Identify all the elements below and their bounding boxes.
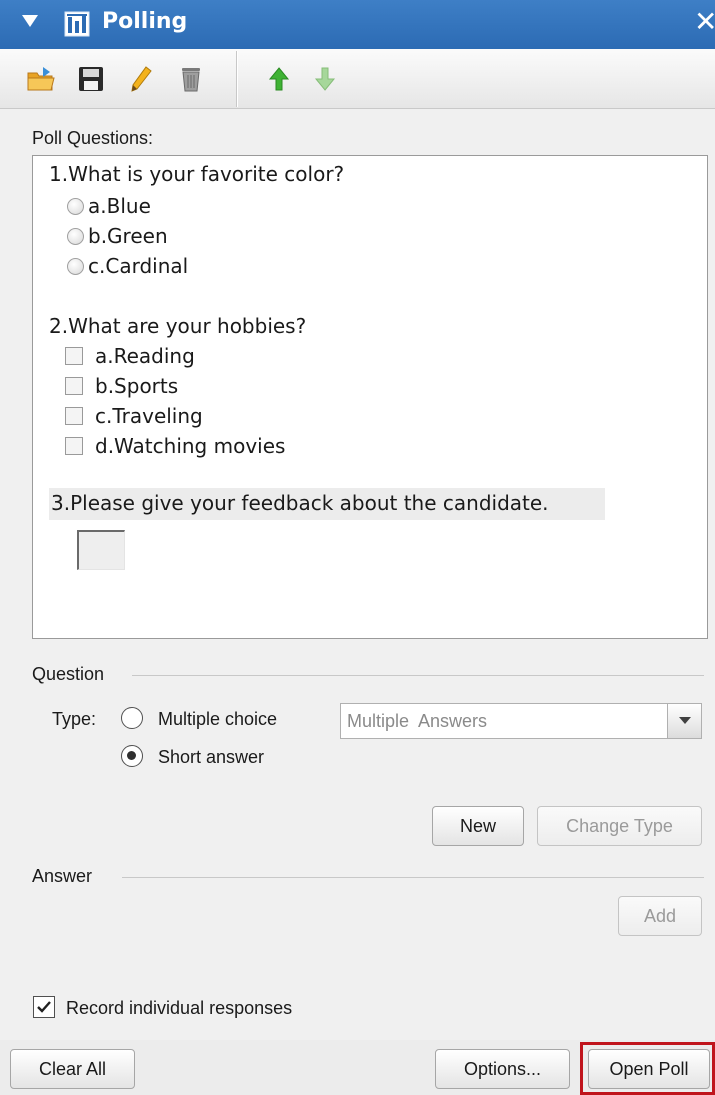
checkbox-icon <box>65 437 83 455</box>
collapse-arrow-icon[interactable] <box>22 15 38 27</box>
radio-icon <box>67 257 84 275</box>
short-answer-field <box>77 530 125 570</box>
add-answer-button[interactable]: Add <box>618 896 702 936</box>
move-down-button[interactable] <box>308 61 342 97</box>
move-up-icon <box>268 67 290 91</box>
checkbox-icon <box>65 377 83 395</box>
title-bar: Polling ✕ <box>0 0 715 49</box>
close-icon[interactable]: ✕ <box>694 6 715 38</box>
question-2-option-b[interactable]: b.Sports <box>65 374 178 398</box>
polling-icon <box>64 11 90 37</box>
chevron-down-icon[interactable] <box>667 704 701 738</box>
multiple-choice-radio[interactable] <box>121 707 143 729</box>
move-down-icon <box>314 67 336 91</box>
radio-icon <box>67 227 84 245</box>
answer-mode-select[interactable]: Multiple Answers <box>340 703 702 739</box>
edit-button[interactable] <box>124 61 158 97</box>
answer-section-divider <box>122 877 704 878</box>
question-2-text[interactable]: 2.What are your hobbies? <box>49 314 306 338</box>
polling-panel: Polling ✕ Poll Questions: 1.What is your… <box>0 0 715 1095</box>
checkbox-icon <box>65 347 83 365</box>
toolbar-separator <box>236 51 237 107</box>
question-section-title: Question <box>32 664 105 684</box>
short-answer-label[interactable]: Short answer <box>158 747 264 768</box>
open-poll-button[interactable] <box>24 61 58 97</box>
poll-questions-label: Poll Questions: <box>32 128 154 148</box>
move-up-button[interactable] <box>262 61 296 97</box>
question-2-option-a[interactable]: a.Reading <box>65 344 195 368</box>
short-answer-radio[interactable] <box>121 745 143 767</box>
answer-section-title: Answer <box>32 866 93 886</box>
highlight-frame <box>580 1042 715 1095</box>
question-section-divider <box>132 675 704 676</box>
toolbar <box>0 49 715 109</box>
clear-all-button[interactable]: Clear All <box>10 1049 135 1089</box>
open-poll-icon <box>27 67 55 91</box>
radio-icon <box>67 197 84 215</box>
question-1-option-a[interactable]: a.Blue <box>67 194 151 218</box>
answer-mode-value: Multiple Answers <box>347 711 488 731</box>
checkmark-icon <box>37 1001 51 1013</box>
window-title: Polling <box>102 9 188 34</box>
multiple-choice-label[interactable]: Multiple choice <box>158 709 277 730</box>
record-responses-checkbox[interactable] <box>33 996 55 1018</box>
type-label: Type: <box>52 709 97 729</box>
checkbox-icon <box>65 407 83 425</box>
change-type-button[interactable]: Change Type <box>537 806 702 846</box>
poll-questions-list[interactable]: 1.What is your favorite color? a.Blue b.… <box>32 155 708 639</box>
question-3-text[interactable]: 3.Please give your feedback about the ca… <box>49 488 605 520</box>
save-icon <box>79 67 103 91</box>
save-button[interactable] <box>74 61 108 97</box>
question-1-text[interactable]: 1.What is your favorite color? <box>49 162 344 186</box>
record-responses-label[interactable]: Record individual responses <box>66 998 292 1019</box>
delete-button[interactable] <box>174 61 208 97</box>
question-1-option-c[interactable]: c.Cardinal <box>67 254 188 278</box>
edit-icon <box>131 66 152 92</box>
new-question-button[interactable]: New <box>432 806 524 846</box>
question-2-option-c[interactable]: c.Traveling <box>65 404 203 428</box>
options-button[interactable]: Options... <box>435 1049 570 1089</box>
question-2-option-d[interactable]: d.Watching movies <box>65 434 285 458</box>
question-1-option-b[interactable]: b.Green <box>67 224 168 248</box>
delete-icon <box>182 68 200 92</box>
